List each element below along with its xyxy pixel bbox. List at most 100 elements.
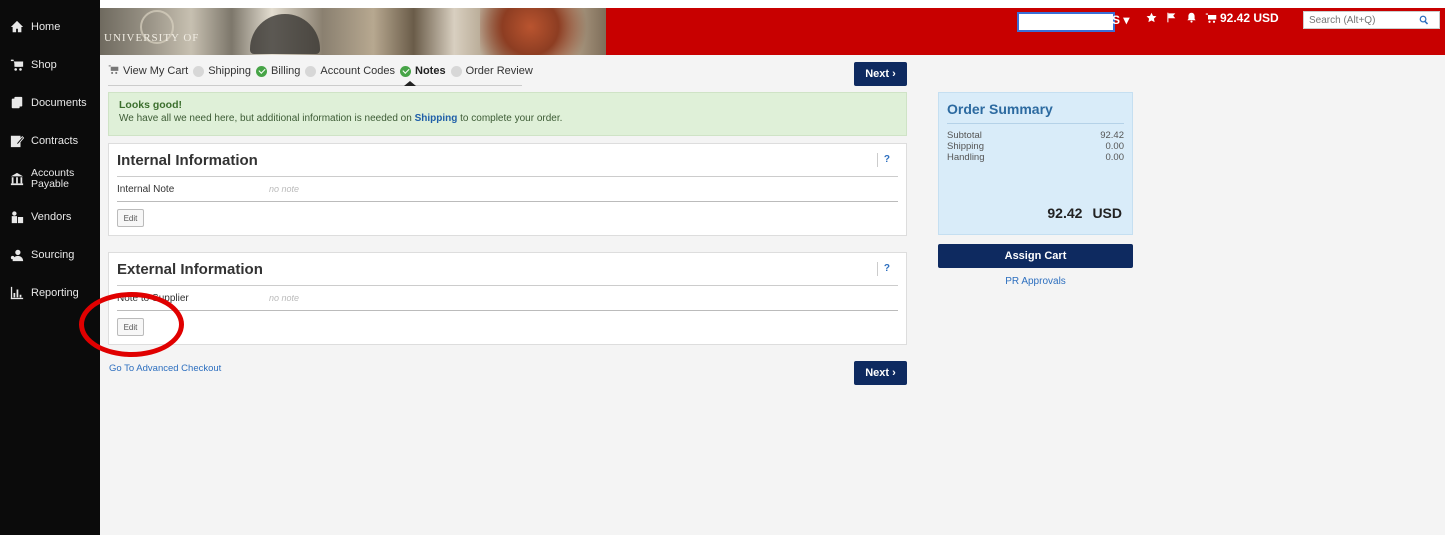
step-label: Shipping (208, 65, 252, 77)
total-amount: 92.42 (1047, 205, 1083, 221)
sidebar-item-shop[interactable]: Shop (0, 46, 100, 84)
step-notes[interactable]: Notes (400, 65, 446, 77)
step-label: Order Review (465, 65, 533, 77)
summary-label: Subtotal (947, 130, 982, 141)
search-icon[interactable] (1414, 15, 1434, 25)
global-search[interactable] (1303, 11, 1440, 29)
cart-icon (1205, 13, 1217, 23)
step-pending-icon (450, 65, 462, 77)
summary-row: Subtotal 92.42 (947, 130, 1124, 141)
step-account-codes[interactable]: Account Codes (305, 65, 395, 77)
next-button-top[interactable]: Next › (854, 62, 907, 86)
chevron-right-icon: › (892, 68, 896, 80)
cart-icon (8, 57, 26, 73)
advanced-checkout-link[interactable]: Go To Advanced Checkout (109, 363, 221, 374)
active-step-caret-icon (404, 81, 416, 86)
bell-photo (250, 14, 320, 54)
top-header: UNIVERSITY OF S ▾ 92.42 USD (100, 8, 1445, 55)
step-order-review[interactable]: Order Review (450, 65, 533, 77)
sidebar-item-label: Sourcing (31, 248, 75, 261)
sidebar-item-label: Accounts Payable (31, 167, 75, 190)
internal-information-panel: Internal Information ? Internal Note no … (108, 143, 907, 236)
checkout-steps: View My Cart Shipping Billing Account Co… (108, 63, 538, 79)
search-input[interactable] (1304, 14, 1414, 26)
shipping-link[interactable]: Shipping (415, 113, 458, 124)
supplier-note-row: Note to Supplier no note (117, 286, 898, 311)
edit-external-button[interactable]: Edit (117, 318, 144, 336)
step-shipping[interactable]: Shipping (193, 65, 251, 77)
summary-total: 92.42 USD (1047, 205, 1122, 221)
step-label: Account Codes (320, 65, 395, 77)
field-value: no note (269, 293, 300, 303)
field-label: Note to Supplier (117, 292, 189, 304)
home-icon (8, 19, 26, 35)
org-selector-box[interactable] (1017, 12, 1115, 32)
bank-icon (8, 171, 26, 187)
university-banner: UNIVERSITY OF (100, 8, 606, 55)
summary-label: Handling (947, 152, 985, 163)
sidebar-item-documents[interactable]: Documents (0, 84, 100, 122)
pr-approvals-link[interactable]: PR Approvals (938, 276, 1133, 287)
cart-total-button[interactable]: 92.42 USD (1205, 11, 1279, 25)
summary-row: Handling 0.00 (947, 152, 1124, 163)
edit-internal-button[interactable]: Edit (117, 209, 144, 227)
sidebar-item-label: Contracts (31, 134, 79, 147)
next-button-label: Next (865, 68, 890, 80)
flag-icon[interactable] (1166, 12, 1177, 26)
step-pending-icon (193, 65, 205, 77)
chevron-right-icon: › (892, 367, 896, 379)
step-label: Notes (415, 65, 446, 77)
star-icon[interactable] (1146, 12, 1157, 26)
sidebar-item-vendors[interactable]: Vendors (0, 198, 100, 236)
university-wordmark: UNIVERSITY OF (104, 32, 200, 44)
step-label: View My Cart (123, 65, 189, 77)
panel-title: External Information (117, 260, 263, 278)
panel-title: Internal Information (117, 151, 258, 169)
internal-note-row: Internal Note no note (117, 177, 898, 202)
sourcing-icon (8, 247, 26, 263)
vendors-icon (8, 209, 26, 225)
field-label: Internal Note (117, 183, 175, 195)
alert-title: Looks good! (119, 99, 182, 111)
summary-row: Shipping 0.00 (947, 141, 1124, 152)
sidebar-item-accounts-payable[interactable]: Accounts Payable (0, 160, 100, 198)
assign-cart-button[interactable]: Assign Cart (938, 244, 1133, 268)
field-value: no note (269, 184, 300, 194)
sidebar-item-label: Reporting (31, 286, 79, 299)
sidebar-item-contracts[interactable]: Contracts (0, 122, 100, 160)
sidebar-item-reporting[interactable]: Reporting (0, 274, 100, 312)
step-billing[interactable]: Billing (256, 65, 300, 77)
bell-icon[interactable] (1186, 12, 1197, 26)
next-button-bottom[interactable]: Next › (854, 361, 907, 385)
documents-icon (8, 95, 26, 111)
status-alert: Looks good! We have all we need here, bu… (108, 92, 907, 136)
contracts-icon (8, 133, 26, 149)
org-selector-chevron[interactable]: S ▾ (1112, 13, 1129, 27)
summary-label: Shipping (947, 141, 984, 152)
step-pending-icon (305, 65, 317, 77)
check-circle-icon (400, 65, 411, 77)
sidebar-nav: Home Shop Documents Contracts Accounts P… (0, 0, 100, 535)
autumn-tree-photo (480, 8, 606, 55)
check-circle-icon (256, 65, 268, 77)
checkout-main: View My Cart Shipping Billing Account Co… (100, 55, 1445, 535)
help-icon[interactable]: ? (876, 153, 890, 167)
sidebar-item-label: Shop (31, 58, 57, 71)
sidebar-item-sourcing[interactable]: Sourcing (0, 236, 100, 274)
alert-message: We have all we need here, but additional… (119, 113, 896, 124)
sidebar-item-label: Home (31, 20, 61, 33)
sidebar-item-home[interactable]: Home (0, 8, 100, 46)
alert-suffix: to complete your order. (460, 113, 563, 124)
step-label: Billing (271, 65, 301, 77)
panel-header: Internal Information ? (117, 144, 898, 177)
summary-value: 0.00 (1105, 141, 1125, 152)
sidebar-item-label: Documents (31, 96, 87, 109)
cart-total-amount: 92.42 USD (1220, 11, 1279, 25)
sidebar-item-label: Vendors (31, 210, 72, 223)
alert-prefix: We have all we need here, but additional… (119, 113, 412, 124)
total-currency: USD (1092, 205, 1122, 221)
help-icon[interactable]: ? (876, 262, 890, 276)
panel-header: External Information ? (117, 253, 898, 286)
chart-icon (8, 285, 26, 301)
step-view-cart[interactable]: View My Cart (108, 64, 188, 78)
